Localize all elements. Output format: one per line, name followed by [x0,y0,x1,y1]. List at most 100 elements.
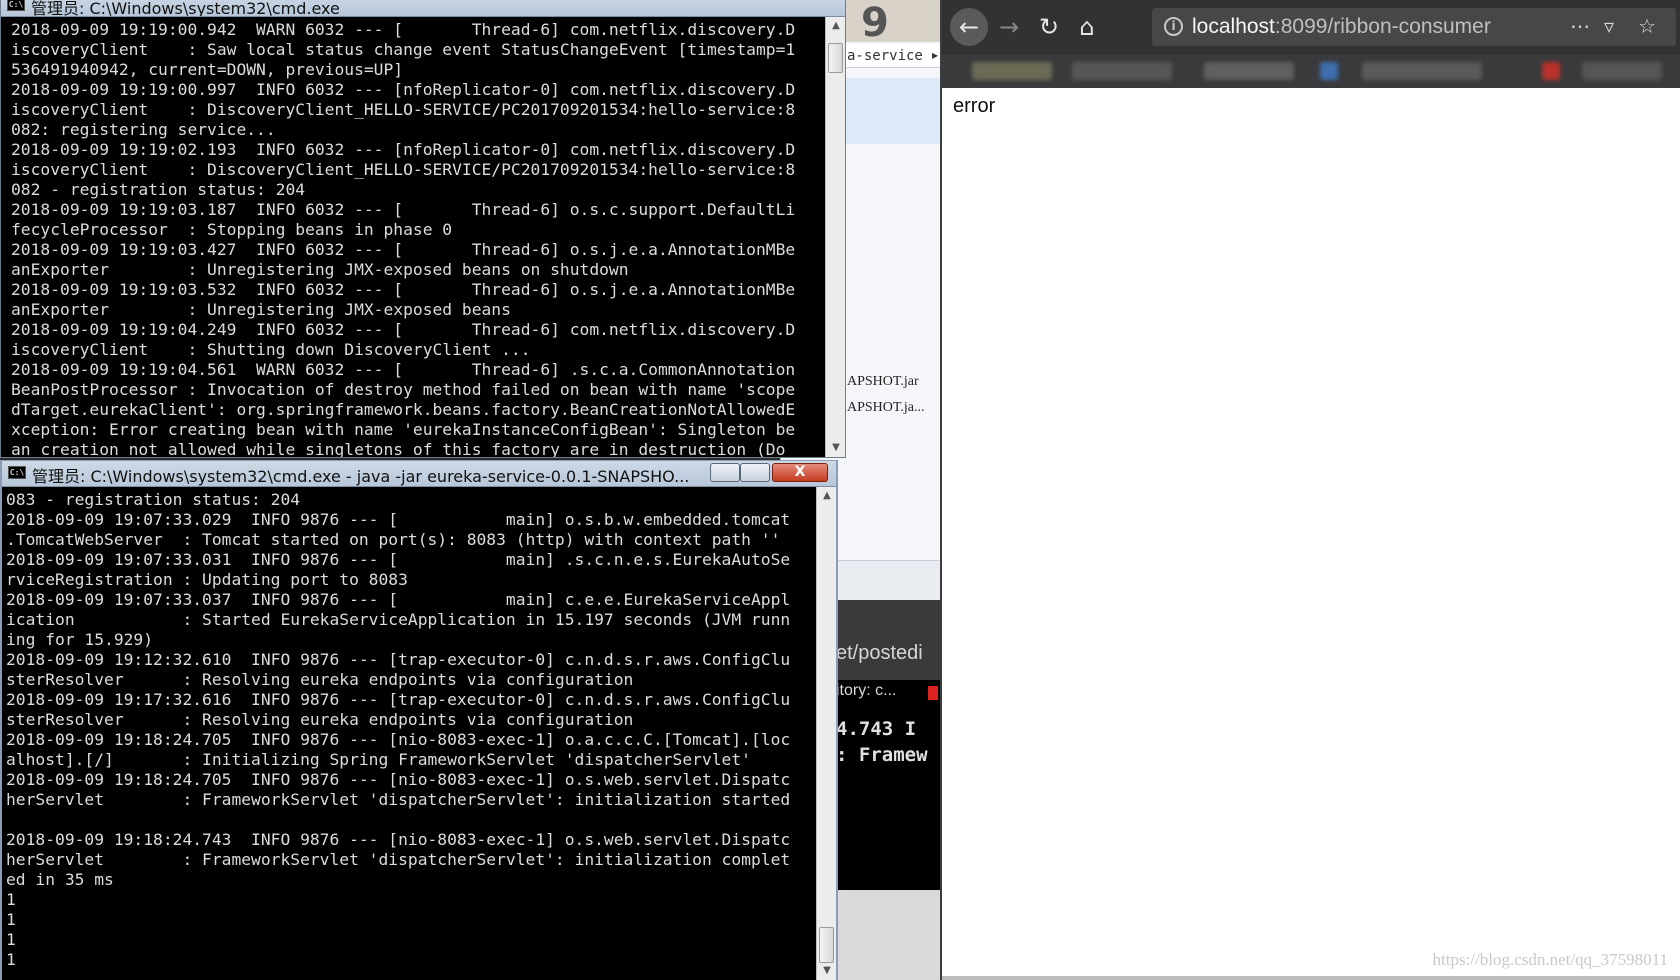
console-line: sterResolver : Resolving eureka endpoint… [6,710,634,729]
console-line: fecycleProcessor : Stopping beans in pha… [11,220,453,239]
bookmark-item[interactable] [1362,62,1482,80]
explorer-address-text: a-service [847,48,923,64]
url-path: :8099/ribbon-consumer [1274,15,1491,38]
console-line: 2018-09-09 19:18:24.705 INFO 9876 --- [n… [6,730,791,749]
console-line: 2018-09-09 19:17:32.616 INFO 9876 --- [t… [6,690,791,709]
pocket-icon[interactable]: ▿ [1604,14,1614,38]
url-bar[interactable]: i localhost:8099/ribbon-consumer ⋯ ▿ ☆ [1152,8,1676,46]
console-line: 2018-09-09 19:19:04.561 WARN 6032 --- [ … [11,360,796,379]
console-line: 2018-09-09 19:19:03.427 INFO 6032 --- [ … [11,240,796,259]
console-line: an creation not allowed while singletons… [11,440,786,457]
console-line: 2018-09-09 19:07:33.031 INFO 9876 --- [ … [6,550,791,569]
bookmark-item[interactable] [1072,62,1172,80]
bookmark-item[interactable] [1204,62,1294,80]
console-line: 2018-09-09 19:19:03.532 INFO 6032 --- [ … [11,280,796,299]
page-content: error https://blog.csdn.net/qq_37598011 [942,88,1680,980]
console-line: herServlet : FrameworkServlet 'dispatche… [6,790,791,809]
console-output[interactable]: 083 - registration status: 204 2018-09-09… [2,487,816,980]
console-titlebar[interactable]: C:\ 管理员: C:\Windows\system32\cmd.exe - j… [2,461,836,487]
console-output[interactable]: 2018-09-09 19:19:00.942 WARN 6032 --- [ … [1,17,825,457]
console-line: ed in 35 ms [6,870,114,889]
console-line: 2018-09-09 19:12:32.610 INFO 9876 --- [t… [6,650,791,669]
chevron-right-icon[interactable]: ▸ [932,48,938,62]
background-strip-number: 9 [861,0,889,46]
scrollbar-thumb[interactable] [828,43,843,73]
console-line: ing for 15.929) [6,630,154,649]
console-line: 082 - registration status: 204 [11,180,306,199]
console-line: 2018-09-09 19:07:33.037 INFO 9876 --- [ … [6,590,791,609]
forward-arrow-icon[interactable]: → [990,8,1028,46]
background-terminal-text: : Framew [836,744,928,766]
browser-toolbar: ← → ↻ ⌂ i localhost:8099/ribbon-consumer… [942,0,1680,54]
console-line: 2018-09-09 19:19:00.942 WARN 6032 --- [ … [11,20,796,39]
console-line: 2018-09-09 19:18:24.705 INFO 9876 --- [n… [6,770,791,789]
console-scrollbar[interactable]: ▲ ▼ [825,17,845,457]
bookmark-item[interactable] [1542,62,1560,80]
console-line: herServlet : FrameworkServlet 'dispatche… [6,850,791,869]
console-line: 1 [6,910,16,929]
console-line: 2018-09-09 19:07:33.029 INFO 9876 --- [ … [6,510,791,529]
bookmark-item[interactable] [1320,62,1338,80]
console-line: alhost].[/] : Initializing Spring Framew… [6,750,751,769]
console-line: iscoveryClient : Saw local status change… [11,40,796,59]
back-arrow-icon[interactable]: ← [950,8,988,46]
console-line: iscoveryClient : DiscoveryClient_HELLO-S… [11,160,796,179]
info-icon[interactable]: i [1164,17,1183,36]
console-title: 管理员: C:\Windows\system32\cmd.exe [31,0,340,17]
console-line: 2018-09-09 19:19:04.249 INFO 6032 --- [ … [11,320,796,339]
console-window-bottom[interactable]: C:\ 管理员: C:\Windows\system32\cmd.exe - j… [0,460,838,980]
console-line: 536491940942, current=DOWN, previous=UP] [11,60,404,79]
page-error-text: error [953,95,996,117]
console-line: 1 [6,950,16,969]
console-title: 管理员: C:\Windows\system32\cmd.exe - java … [32,467,690,486]
console-line: 2018-09-09 19:18:24.743 INFO 9876 --- [n… [6,830,791,849]
background-terminal-text: itory: c... [836,682,897,699]
maximize-button[interactable] [740,463,770,482]
scroll-down-icon[interactable]: ▼ [826,439,846,457]
watermark: https://blog.csdn.net/qq_37598011 [1432,950,1668,969]
browser-bottom-edge [942,976,1680,980]
console-line: iscoveryClient : DiscoveryClient_HELLO-S… [11,100,796,119]
bookmark-item[interactable] [1582,62,1662,80]
status-dot-icon [928,686,938,700]
background-terminal-text: et/postedi [836,642,923,664]
reload-icon[interactable]: ↻ [1030,8,1068,46]
console-line: 2018-09-09 19:19:03.187 INFO 6032 --- [ … [11,200,796,219]
scroll-up-icon[interactable]: ▲ [826,17,846,35]
browser-window: ← → ↻ ⌂ i localhost:8099/ribbon-consumer… [940,0,1680,980]
minimize-button[interactable] [710,463,740,482]
scrollbar-thumb[interactable] [819,927,834,963]
console-line: 1 [6,930,16,949]
bookmarks-bar [942,54,1680,88]
console-window-top[interactable]: C:\ 管理员: C:\Windows\system32\cmd.exe 201… [0,0,846,458]
cmd-icon: C:\ [8,466,26,479]
console-line: xception: Error creating bean with name … [11,420,796,439]
console-line: iscoveryClient : Shutting down Discovery… [11,340,531,359]
background-terminal-text: 4.743 I [836,718,917,740]
more-actions-icon[interactable]: ⋯ [1570,14,1590,38]
home-icon[interactable]: ⌂ [1068,8,1106,46]
console-line: 083 - registration status: 204 [6,490,301,509]
console-line: 082: registering service... [11,120,276,139]
console-titlebar[interactable]: C:\ 管理员: C:\Windows\system32\cmd.exe [1,0,845,17]
url-text[interactable]: localhost:8099/ribbon-consumer [1192,15,1491,39]
console-line: rviceRegistration : Updating port to 808… [6,570,408,589]
scroll-up-icon[interactable]: ▲ [817,487,837,505]
console-scrollbar[interactable]: ▲ ▼ [816,487,836,980]
close-button[interactable]: X [772,463,828,482]
console-line: 2018-09-09 19:19:02.193 INFO 6032 --- [n… [11,140,796,159]
url-host: localhost [1192,15,1275,38]
cmd-icon: C:\ [7,0,25,11]
bookmark-star-icon[interactable]: ☆ [1638,14,1656,38]
console-line: sterResolver : Resolving eureka endpoint… [6,670,634,689]
scroll-down-icon[interactable]: ▼ [817,962,837,980]
console-line: ication : Started EurekaServiceApplicati… [6,610,791,629]
console-line: BeanPostProcessor : Invocation of destro… [11,380,796,399]
console-line: 1 [6,890,16,909]
bookmark-item[interactable] [972,62,1052,80]
console-line: dTarget.eurekaClient': org.springframewo… [11,400,796,419]
console-line: .TomcatWebServer : Tomcat started on por… [6,530,781,549]
console-line: 2018-09-09 19:19:00.997 INFO 6032 --- [n… [11,80,796,99]
console-line: anExporter : Unregistering JMX-exposed b… [11,300,511,319]
